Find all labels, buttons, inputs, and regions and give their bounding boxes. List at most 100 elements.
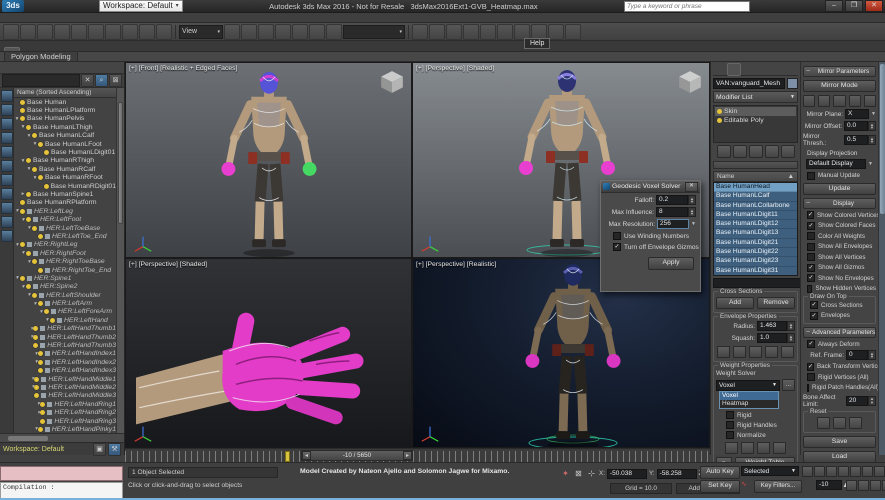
rigid-checkbox[interactable] (726, 411, 734, 419)
weight-solver-combo[interactable]: Voxel▼ (716, 380, 780, 391)
go-to-start-icon[interactable] (802, 466, 813, 477)
advanced-option[interactable]: Rigid Vertices (All) (807, 373, 876, 381)
tree-item[interactable]: ▾ HER:LeftHandMiddle1 (14, 375, 116, 383)
bone-list-item[interactable]: Base HumanLCollarbone (714, 202, 797, 211)
maxscript-listener-pane[interactable]: Compilation : (0, 482, 123, 499)
absolute-effect-icon[interactable] (717, 346, 730, 358)
reset-selected-bone-icon[interactable] (833, 417, 846, 429)
lightbulb-icon[interactable] (26, 158, 31, 163)
bind-to-spacewarp-icon[interactable] (37, 24, 53, 40)
tree-item[interactable]: ▾ HER:LeftShoulder (14, 291, 116, 299)
key-mode-icon[interactable] (862, 466, 873, 477)
tree-item[interactable]: HER:LeftHandMiddle3 (14, 392, 116, 400)
bone-list-item[interactable]: Base HumanLDigit12 (714, 220, 797, 229)
viewport-label[interactable]: [+] [Perspective] [Realistic] (416, 261, 496, 268)
draw-on-top-checkbox[interactable] (810, 312, 818, 320)
play-icon[interactable] (826, 466, 837, 477)
lightbulb-icon[interactable] (26, 217, 31, 222)
auto-key-button[interactable]: Auto Key (700, 466, 740, 479)
angle-snap-icon[interactable] (275, 24, 291, 40)
bone-list-item[interactable]: Base HumanLDigit22 (714, 248, 797, 257)
display-materials-icon[interactable] (1, 230, 13, 242)
render-icon[interactable] (565, 24, 581, 40)
draw-on-top-option[interactable]: Cross Sections (810, 301, 873, 309)
create-tab-icon[interactable] (713, 63, 726, 76)
lightbulb-icon[interactable] (38, 351, 43, 356)
edit-named-sets-icon[interactable] (326, 24, 342, 40)
hierarchy-tab-icon[interactable] (742, 63, 755, 76)
community-icon[interactable] (788, 1, 799, 12)
lock-explorer-icon[interactable]: ⊠ (109, 74, 122, 87)
tree-item[interactable]: ▾ HER:LeftHandRing1 (14, 400, 116, 408)
select-and-scale-icon[interactable] (156, 24, 172, 40)
display-option[interactable]: Show No Envelopes (807, 274, 876, 282)
spinner-snap-icon[interactable] (309, 24, 325, 40)
viewport-perspective-hand[interactable]: [+] [Perspective] [Shaded] (125, 258, 412, 448)
save-file-icon[interactable] (50, 1, 61, 12)
tree-item[interactable]: ▾ HER:LeftHandRing2 (14, 408, 116, 416)
solver-option[interactable]: Voxel (720, 392, 778, 400)
open-file-icon[interactable] (38, 1, 49, 12)
use-pivot-center-icon[interactable] (224, 24, 240, 40)
remove-modifier-icon[interactable] (765, 145, 779, 158)
minimize-button[interactable]: – (825, 0, 843, 12)
curve-editor-icon[interactable] (480, 24, 496, 40)
workspace-cube-icon[interactable]: ▣ (93, 443, 106, 456)
display-checkbox[interactable] (807, 274, 815, 282)
schematic-view-icon[interactable] (497, 24, 513, 40)
object-color-swatch[interactable] (787, 78, 798, 89)
display-checkbox[interactable] (807, 264, 815, 272)
align-icon[interactable] (429, 24, 445, 40)
display-option[interactable]: Show All Gizmos (807, 264, 876, 272)
favorites-star-icon[interactable] (776, 1, 787, 12)
save-envelopes-button[interactable]: Save (803, 436, 876, 448)
tree-item[interactable]: ▾ Base HumanLFoot (14, 140, 116, 148)
select-and-move-icon[interactable] (122, 24, 138, 40)
lightbulb-icon[interactable] (26, 192, 31, 197)
advanced-option[interactable]: Rigid Patch Handles(All) (807, 384, 876, 392)
lightbulb-icon[interactable] (40, 419, 45, 424)
rectangular-region-icon[interactable] (88, 24, 104, 40)
selection-lock-icon[interactable]: ⊠ (573, 468, 584, 479)
display-option[interactable]: Color All Weights (807, 232, 876, 240)
viewport-label[interactable]: [+] [Front] [Realistic + Edged Faces] (129, 65, 237, 72)
mirror-thresh-spinner[interactable]: 0.5▲▼ (844, 135, 876, 145)
lightbulb-icon[interactable] (38, 175, 43, 180)
display-rollout[interactable]: −Display (803, 198, 876, 209)
display-xrefs-icon[interactable] (1, 188, 13, 200)
explorer-hscrollbar[interactable] (0, 433, 124, 442)
mirror-paste-blue-green-icon[interactable] (818, 95, 830, 107)
lightbulb-icon[interactable] (38, 234, 43, 239)
lightbulb-icon[interactable] (44, 184, 49, 189)
tree-item[interactable]: ▾ HER:LeftHandThumb1 (14, 325, 116, 333)
radius-spinner[interactable]: 1.463▲▼ (757, 321, 795, 331)
object-name-field[interactable]: VAN:vanguard_Mesh (713, 78, 785, 89)
bone-search-input[interactable] (713, 278, 801, 288)
lightbulb-icon[interactable] (26, 125, 31, 130)
isolate-selection-icon[interactable]: ✦ (560, 468, 571, 479)
dialog-title-bar[interactable]: Geodesic Voxel Solver ✕ (601, 181, 700, 193)
make-unique-icon[interactable] (749, 145, 763, 158)
display-spacewarps-icon[interactable] (1, 160, 13, 172)
link-envelope-icon[interactable] (733, 346, 746, 358)
zoom-extents-icon[interactable] (858, 480, 869, 491)
select-excluded-verts-icon[interactable] (757, 442, 770, 454)
display-option[interactable]: Show All Vertices (807, 253, 876, 261)
winding-numbers-checkbox[interactable] (613, 232, 621, 240)
x-coordinate-field[interactable]: -50.038 (607, 469, 647, 479)
squash-spinner[interactable]: 1.0▲▼ (757, 333, 795, 343)
select-and-rotate-icon[interactable] (139, 24, 155, 40)
lightbulb-icon[interactable] (38, 427, 43, 432)
select-by-name-icon[interactable] (71, 24, 87, 40)
paste-envelope-icon[interactable] (781, 346, 794, 358)
tree-item[interactable]: ▾ Base HumanRCalf (14, 165, 116, 173)
lightbulb-icon[interactable] (38, 301, 43, 306)
apply-button[interactable]: Apply (648, 257, 694, 270)
tree-item[interactable]: HER:LeftHandRing3 (14, 417, 116, 425)
display-option[interactable]: Show All Envelopes (807, 243, 876, 251)
mirror-paste-green-blue-icon[interactable] (803, 95, 815, 107)
next-frame-arrow-icon[interactable]: ▸ (403, 451, 412, 460)
tree-item[interactable]: ▾ HER:RightToeBase (14, 257, 116, 265)
snaps-toggle-icon[interactable] (258, 24, 274, 40)
zoom-icon[interactable] (846, 480, 857, 491)
